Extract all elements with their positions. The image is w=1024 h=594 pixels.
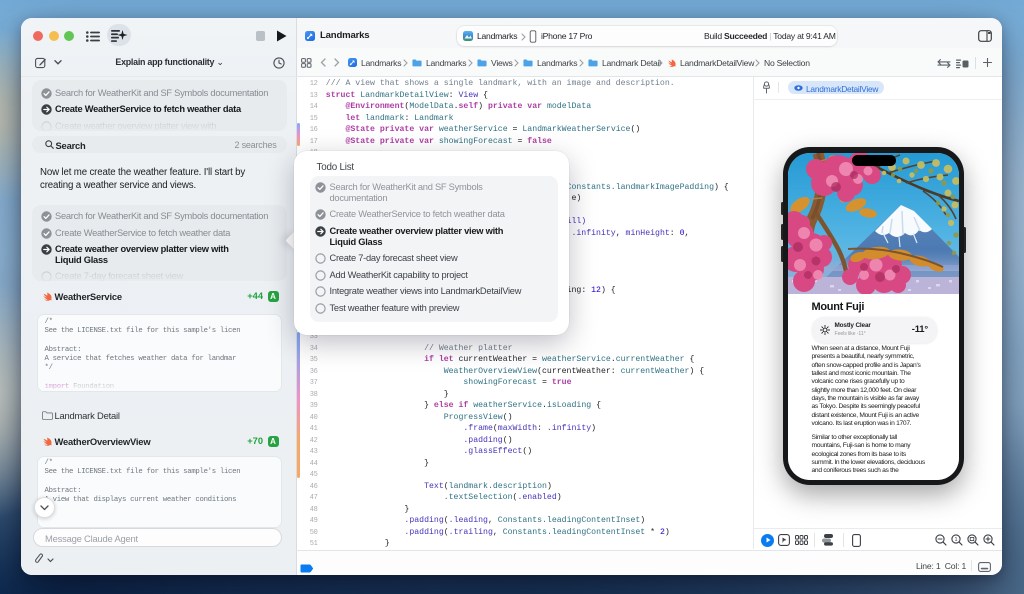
svg-text:1: 1	[954, 537, 957, 543]
